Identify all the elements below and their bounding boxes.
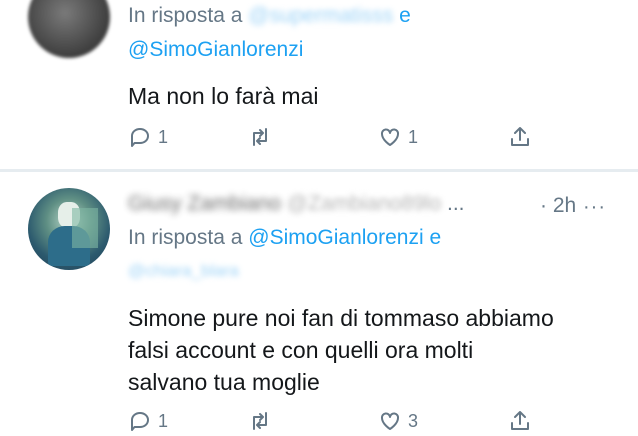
reply-icon [131,412,149,431]
reply-context: In risposta a @supermatisss e [128,4,411,28]
retweet-icon [253,128,267,146]
reply-conjunction: e [399,4,411,27]
user-handle[interactable]: @Zambiano89lo [287,192,441,215]
reply-count: 1 [158,126,169,147]
retweet-icon [253,412,267,430]
tweet-text: Simone pure noi fan di tommaso abbiamo f… [128,302,554,398]
reply-prefix: In risposta a [128,226,243,249]
like-button[interactable]: 1 [378,122,418,152]
reply-context: In risposta a @SimoGianlorenzi e [128,226,441,250]
reply-mention-blurred[interactable]: @chiara_blara [128,261,239,281]
share-button[interactable] [508,122,532,152]
reply-button[interactable]: 1 [128,122,168,152]
like-button[interactable]: 3 [378,406,418,436]
tweet[interactable]: In risposta a @supermatisss e @SimoGianl… [0,0,638,170]
like-count: 3 [408,410,419,431]
more-icon[interactable]: ··· [583,196,606,219]
reply-prefix: In risposta a [128,4,243,27]
tweet-text-line: salvano tua moglie [128,369,320,395]
reply-button[interactable]: 1 [128,406,168,436]
reply-icon [131,128,149,147]
reply-mention[interactable]: @SimoGianlorenzi [248,226,423,249]
tweet-timestamp[interactable]: · 2h [540,194,576,218]
tweet-text-line: falsi account e con quelli ora molti [128,337,474,363]
like-icon [381,412,399,430]
share-icon [511,411,529,430]
tweet-actions: 1 1 [128,122,548,152]
tweet-header: Giusy Zambiano @Zambiano89lo ... [128,192,465,216]
tweet-text: Ma non lo farà mai [128,83,319,109]
reply-count: 1 [158,410,169,431]
tweet-text-line: Simone pure noi fan di tommaso abbiamo [128,305,554,331]
retweet-button[interactable] [248,406,278,436]
display-name[interactable]: Giusy Zambiano [128,192,281,215]
share-icon [511,127,529,146]
like-count: 1 [408,126,419,147]
avatar[interactable] [28,188,110,270]
retweet-button[interactable] [248,122,278,152]
handle-ellipsis: ... [447,192,465,215]
reply-mention-blurred[interactable]: @supermatisss [248,4,393,27]
like-icon [381,128,399,146]
avatar[interactable] [28,0,110,58]
share-button[interactable] [508,406,532,436]
reply-conjunction: e [429,226,442,249]
reply-mention[interactable]: @SimoGianlorenzi [128,38,303,62]
tweet-actions: 1 3 [128,406,548,436]
